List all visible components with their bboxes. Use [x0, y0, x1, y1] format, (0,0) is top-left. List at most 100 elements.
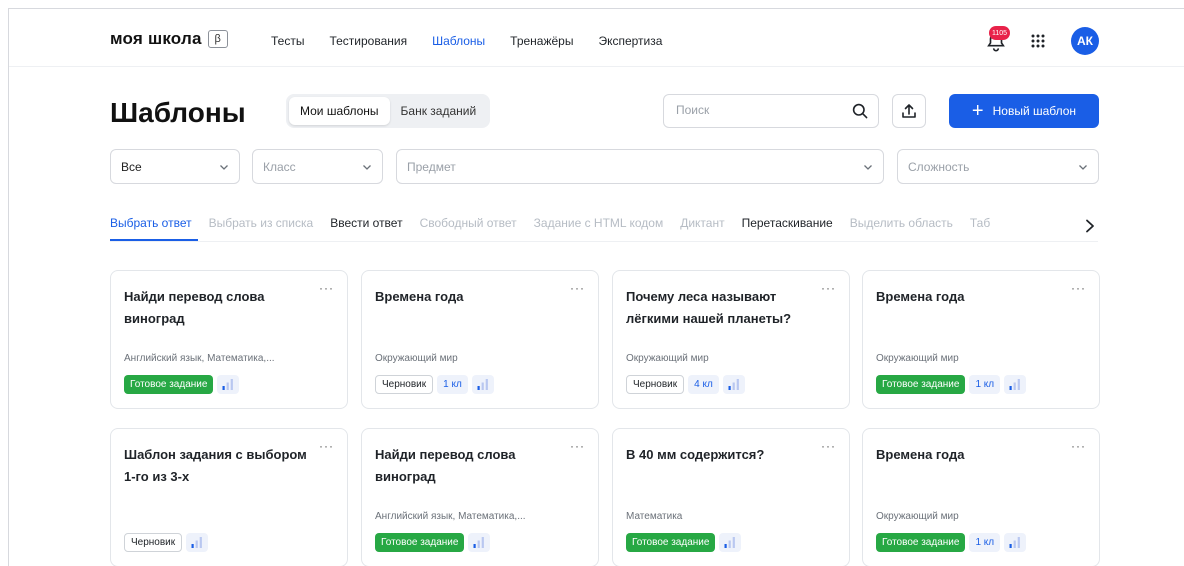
status-badge: Готовое задание — [876, 533, 966, 552]
more-dots-icon[interactable]: ··· — [319, 439, 334, 453]
type-filter-value: Все — [121, 159, 142, 174]
template-card[interactable]: Почему леса называют лёгкими нашей плане… — [612, 270, 850, 409]
nav-expertise[interactable]: Экспертиза — [598, 34, 662, 48]
card-title: В 40 мм содержится? — [626, 447, 765, 462]
nav-trainers[interactable]: Тренажёры — [510, 34, 573, 48]
notifications-badge: 1105 — [989, 26, 1011, 40]
template-card[interactable]: Времена года ··· Окружающий мир Готовое зад… — [862, 428, 1100, 566]
template-card[interactable]: В 40 мм содержится? ··· Математика Готовое … — [612, 428, 850, 566]
tab-task-type[interactable]: Выбрать из списка — [209, 216, 314, 236]
card-subject: Английский язык, Математика,... — [375, 511, 526, 522]
more-dots-icon[interactable]: ··· — [821, 281, 836, 295]
grade-badge: 1 кл — [437, 375, 468, 394]
grade-badge: 4 кл — [688, 375, 719, 394]
status-badge: Черновик — [124, 533, 183, 552]
difficulty-bars-icon — [471, 375, 494, 394]
new-template-button[interactable]: + Новый шаблон — [949, 94, 1099, 128]
search-input[interactable] — [676, 103, 836, 117]
tabs-fade — [1039, 209, 1089, 239]
card-subject: Окружающий мир — [375, 353, 458, 364]
segment-task-bank[interactable]: Банк заданий — [390, 97, 488, 125]
template-card[interactable]: Найди перевод слова виноград ··· Английски… — [361, 428, 599, 566]
difficulty-bars-icon — [186, 533, 209, 552]
avatar[interactable]: АК — [1071, 27, 1099, 55]
template-card[interactable]: Времена года ··· Окружающий мир Черновик 1 к… — [361, 270, 599, 409]
template-card[interactable]: Шаблон задания с выбором 1-го из 3-х ··· Ч… — [110, 428, 348, 566]
template-card[interactable]: Времена года ··· Окружающий мир Готовое зад… — [862, 270, 1100, 409]
nav-tests[interactable]: Тесты — [271, 34, 304, 48]
more-dots-icon[interactable]: ··· — [319, 281, 334, 295]
difficulty-bars-icon — [722, 375, 745, 394]
card-title: Времена года — [876, 289, 965, 304]
more-dots-icon[interactable]: ··· — [570, 281, 585, 295]
status-badge: Черновик — [375, 375, 434, 394]
search-icon[interactable] — [852, 103, 868, 119]
main-nav: Тесты Тестирования Шаблоны Тренажёры Экс… — [271, 34, 662, 48]
class-filter-placeholder: Класс — [263, 159, 296, 174]
page-title: Шаблоны — [110, 97, 246, 128]
chevron-down-icon — [220, 165, 228, 170]
difficulty-bars-icon — [217, 375, 240, 394]
card-tags: Готовое задание — [375, 533, 491, 552]
subject-filter-placeholder: Предмет — [407, 159, 456, 174]
nav-testings[interactable]: Тестирования — [329, 34, 407, 48]
card-tags: Готовое задание 1 кл — [876, 375, 1027, 394]
difficulty-bars-icon — [719, 533, 742, 552]
tab-task-type[interactable]: Задание с HTML кодом — [534, 216, 664, 236]
difficulty-filter-placeholder: Сложность — [908, 159, 970, 174]
status-badge: Черновик — [626, 375, 685, 394]
logo[interactable]: моя школа β — [110, 29, 228, 49]
difficulty-bars-icon — [468, 533, 491, 552]
card-subject: Окружающий мир — [876, 353, 959, 364]
more-dots-icon[interactable]: ··· — [821, 439, 836, 453]
class-filter[interactable]: Класс — [252, 149, 383, 184]
type-filter[interactable]: Все — [110, 149, 240, 184]
tabs-divider — [110, 241, 1098, 242]
tab-task-type[interactable]: Выбрать ответ — [110, 216, 192, 236]
card-title: Шаблон задания с выбором 1-го из 3-х — [124, 447, 307, 484]
apps-grid-icon[interactable] — [1031, 34, 1045, 48]
card-tags: Черновик 4 кл — [626, 375, 745, 394]
chevron-down-icon — [864, 165, 872, 170]
card-tags: Готовое задание 1 кл — [876, 533, 1027, 552]
difficulty-filter[interactable]: Сложность — [897, 149, 1099, 184]
tab-task-type[interactable]: Таб — [970, 216, 990, 236]
segment-my-templates[interactable]: Мои шаблоны — [289, 97, 390, 125]
more-dots-icon[interactable]: ··· — [570, 439, 585, 453]
new-template-label: Новый шаблон — [992, 104, 1077, 118]
tab-task-type[interactable]: Выделить область — [850, 216, 953, 236]
chevron-down-icon — [1079, 165, 1087, 170]
status-badge: Готовое задание — [876, 375, 966, 394]
card-title: Найди перевод слова виноград — [124, 289, 265, 326]
tab-task-type[interactable]: Свободный ответ — [420, 216, 517, 236]
tab-task-type[interactable]: Перетаскивание — [742, 216, 833, 236]
card-tags: Черновик — [124, 533, 209, 552]
templates-segment-control: Мои шаблоны Банк заданий — [286, 94, 491, 128]
more-dots-icon[interactable]: ··· — [1071, 281, 1086, 295]
upload-button[interactable] — [892, 94, 926, 128]
card-tags: Готовое задание — [124, 375, 240, 394]
more-dots-icon[interactable]: ··· — [1071, 439, 1086, 453]
card-title: Почему леса называют лёгкими нашей плане… — [626, 289, 792, 326]
card-title: Найди перевод слова виноград — [375, 447, 516, 484]
task-type-tabs: Выбрать ответ Выбрать из списка Ввести отв… — [110, 216, 1090, 236]
grade-badge: 1 кл — [969, 375, 1001, 394]
template-card[interactable]: Найди перевод слова виноград ··· Английски… — [110, 270, 348, 409]
tab-task-type[interactable]: Ввести ответ — [330, 216, 402, 236]
card-title: Времена года — [876, 447, 965, 462]
app-window: моя школа β Тесты Тестирования Шаблоны Т… — [8, 8, 1184, 566]
tab-task-type[interactable]: Диктант — [680, 216, 724, 236]
subject-filter[interactable]: Предмет — [396, 149, 884, 184]
difficulty-bars-icon — [1004, 375, 1027, 394]
chevron-right-icon[interactable] — [1085, 219, 1095, 233]
logo-text: моя школа — [110, 29, 202, 48]
status-badge: Готовое задание — [626, 533, 716, 552]
top-header: моя школа β Тесты Тестирования Шаблоны Т… — [9, 9, 1184, 67]
status-badge: Готовое задание — [375, 533, 465, 552]
nav-templates[interactable]: Шаблоны — [432, 34, 485, 48]
card-title: Времена года — [375, 289, 464, 304]
chevron-down-icon — [363, 165, 371, 170]
beta-badge: β — [207, 30, 228, 48]
plus-icon: + — [971, 100, 984, 122]
search-box — [663, 94, 879, 128]
